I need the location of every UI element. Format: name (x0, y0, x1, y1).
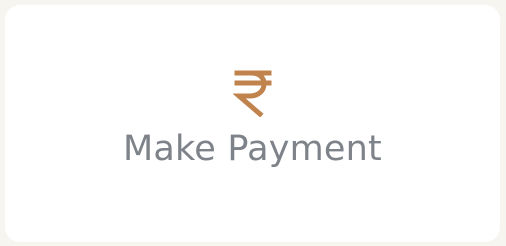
rupee-icon (232, 70, 271, 117)
make-payment-card[interactable]: Make Payment (5, 5, 500, 242)
make-payment-label: Make Payment (123, 128, 382, 169)
